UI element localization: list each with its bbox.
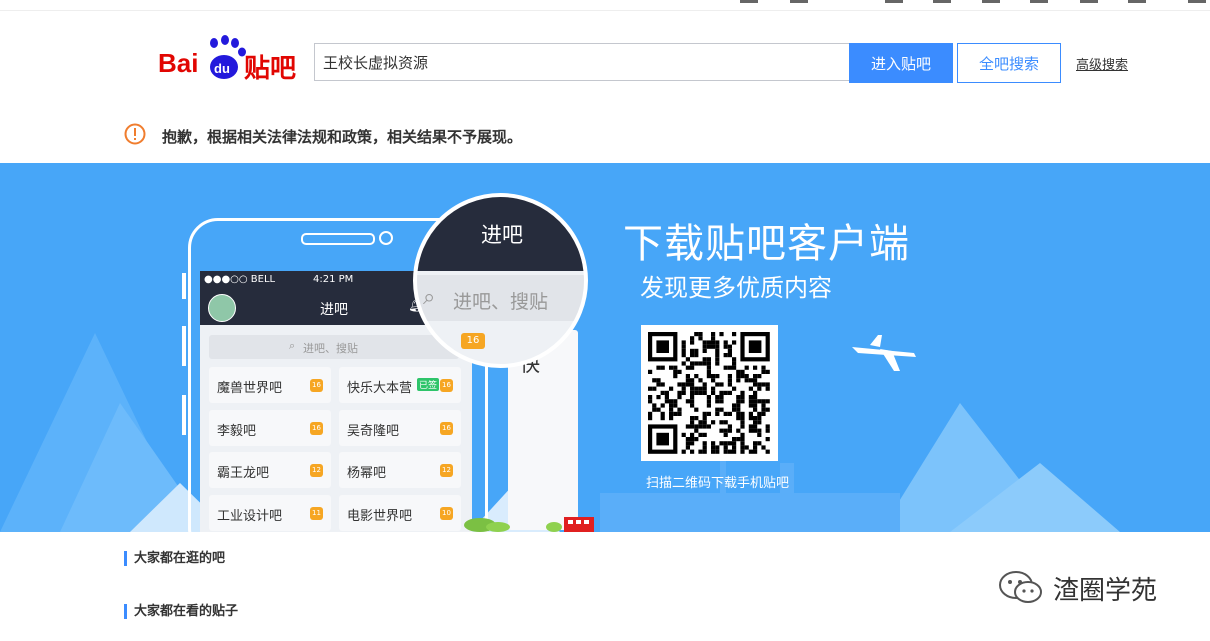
- forum-tile: 杨幂吧 12: [339, 452, 461, 488]
- forum-tile: 魔兽世界吧 16: [209, 367, 331, 403]
- top-nav-link[interactable]: [1128, 0, 1146, 3]
- section-heading-browsing: 大家都在逛的吧: [124, 551, 225, 566]
- logo-du: du: [214, 61, 230, 76]
- status-time: 4:21 PM: [313, 274, 354, 285]
- forum-tile: 霸王龙吧 12: [209, 452, 331, 488]
- level-badge: 16: [310, 422, 323, 435]
- forum-tile: 快乐大本营 已签 16: [339, 367, 461, 403]
- signed-tag: 已签: [417, 378, 440, 391]
- level-badge: 16: [440, 422, 453, 435]
- magnifier-placeholder: 进吧、搜贴: [453, 291, 549, 313]
- restricted-notice: 抱歉，根据相关法律法规和政策，相关结果不予展现。: [162, 128, 523, 146]
- phone-search-placeholder: 进吧、搜贴: [303, 342, 358, 355]
- wechat-icon: [999, 571, 1042, 603]
- search-icon: ⌕: [423, 285, 436, 310]
- phone-side-button: [182, 326, 186, 366]
- top-nav-link[interactable]: [1030, 0, 1048, 3]
- top-nav-link[interactable]: [740, 0, 758, 3]
- carrier-text: ●●●○○ BELL: [204, 274, 276, 285]
- magnifier-nav: 进吧: [417, 197, 584, 271]
- level-badge: 16: [310, 379, 323, 392]
- baidu-tieba-logo[interactable]: Bai du 贴吧: [158, 34, 298, 84]
- watermark-text: 渣圈学苑: [1053, 576, 1158, 606]
- phone-camera: [379, 231, 393, 245]
- advanced-search-link[interactable]: 高级搜索: [1076, 54, 1128, 73]
- forum-tile: 李毅吧 16: [209, 410, 331, 446]
- search-all-button[interactable]: 全吧搜索: [957, 43, 1061, 83]
- avatar: [208, 294, 236, 322]
- airplane-icon: [852, 335, 916, 371]
- level-badge: 12: [440, 464, 453, 477]
- top-nav-link[interactable]: [790, 0, 808, 3]
- phone-search-bar: ⌕ 进吧、搜贴: [209, 335, 459, 359]
- qr-code[interactable]: [641, 325, 778, 461]
- top-nav-link[interactable]: [885, 0, 903, 3]
- section-heading-watching: 大家都在看的贴子: [124, 604, 238, 619]
- phone-side-button: [182, 395, 186, 435]
- enter-tieba-button[interactable]: 进入贴吧: [849, 43, 953, 83]
- qr-caption: 扫描二维码下载手机贴吧: [646, 476, 790, 491]
- top-nav-link[interactable]: [982, 0, 1000, 3]
- top-divider: [0, 10, 1210, 11]
- logo-bai: Bai: [158, 48, 199, 78]
- bus-and-trees-decoration: [464, 517, 594, 532]
- forum-tile: 电影世界吧 10: [339, 495, 461, 531]
- top-nav-link[interactable]: [933, 0, 951, 3]
- level-badge: 10: [440, 507, 453, 520]
- banner-subtitle: 发现更多优质内容: [640, 274, 832, 302]
- level-badge: 16: [440, 379, 453, 392]
- search-icon: ⌕: [289, 339, 296, 352]
- magnifier-circle: 进吧 ⌕ 进吧、搜贴 16: [413, 193, 588, 368]
- magnifier-title: 进吧: [481, 223, 523, 247]
- magnifier-badge: 16: [461, 333, 485, 349]
- forum-tile: 吴奇隆吧 16: [339, 410, 461, 446]
- phone-speaker: [301, 233, 375, 245]
- qr-code-icon: [648, 332, 770, 454]
- warning-icon: [124, 123, 146, 145]
- level-badge: 12: [310, 464, 323, 477]
- top-nav-link[interactable]: [1080, 0, 1098, 3]
- top-nav-link[interactable]: [1188, 0, 1206, 3]
- forum-tile: 工业设计吧 11: [209, 495, 331, 531]
- phone-nav-title: 进吧: [320, 302, 348, 318]
- search-input[interactable]: [314, 43, 850, 81]
- banner-title: 下载贴吧客户端: [623, 221, 910, 267]
- phone-side-button: [182, 273, 186, 299]
- logo-tieba: 贴吧: [244, 54, 297, 84]
- level-badge: 11: [310, 507, 323, 520]
- download-app-banner: ●●●○○ BELL 4:21 PM 进吧 🔔︎ ⌕ 进吧、搜贴 魔兽世界吧16…: [0, 163, 1210, 532]
- magnifier-search: ⌕ 进吧、搜贴: [417, 275, 584, 321]
